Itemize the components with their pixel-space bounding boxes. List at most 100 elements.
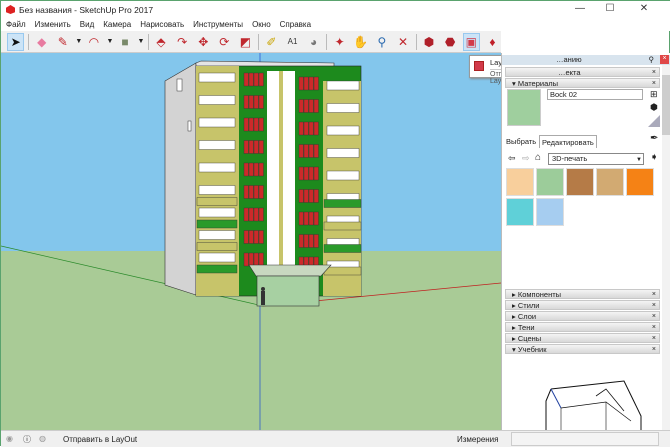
panel-header-0[interactable]: ▸ Компоненты × bbox=[505, 289, 660, 299]
follow-me-icon[interactable]: ↷ bbox=[174, 33, 191, 51]
extension-warehouse-icon[interactable]: ⬣ bbox=[442, 33, 459, 51]
zoom-icon[interactable]: ⚲ bbox=[373, 33, 390, 51]
window bbox=[243, 207, 249, 222]
balcony-rail bbox=[323, 199, 362, 208]
tutorial-illustration bbox=[545, 380, 642, 446]
window bbox=[253, 72, 259, 87]
material-library-select[interactable]: 3D-печать ▼ bbox=[548, 153, 644, 165]
balcony-window bbox=[198, 162, 236, 173]
panel-scrollbar[interactable] bbox=[662, 65, 670, 430]
current-material-preview bbox=[507, 89, 541, 126]
user-icon[interactable]: ◍ bbox=[39, 434, 46, 443]
measurements-input[interactable] bbox=[511, 432, 659, 446]
forward-icon[interactable]: ⇨ bbox=[522, 153, 530, 164]
window bbox=[258, 117, 264, 132]
sample-paint-icon[interactable] bbox=[648, 115, 660, 127]
material-name-input[interactable]: Bock 02 bbox=[547, 89, 643, 100]
tray-close-button[interactable]: × bbox=[660, 55, 669, 64]
panel-header-4[interactable]: ▸ Сцены × bbox=[505, 333, 660, 343]
window bbox=[313, 76, 319, 91]
material-swatch[interactable] bbox=[626, 168, 654, 196]
window bbox=[303, 211, 309, 226]
window bbox=[243, 72, 249, 87]
create-material-icon[interactable]: ⊞ bbox=[650, 89, 658, 100]
balcony-rail bbox=[323, 266, 362, 276]
balcony-window bbox=[198, 252, 236, 263]
tab-select[interactable]: Выбрать bbox=[506, 137, 536, 146]
eraser-icon[interactable]: ◆ bbox=[33, 33, 50, 51]
toolbar: ➤ ◆ ✎ ▼ ◠ ▼ ■ ▼ ⬘ ↷ ✥ ⟳ ◩ ✐ A1 ◕ ✦ ✋ ⚲ ✕ ⬢ ⬣ ▣ ♦ bbox=[1, 31, 501, 53]
window bbox=[298, 211, 304, 226]
window bbox=[313, 234, 319, 248]
window bbox=[258, 95, 264, 109]
tape-measure-icon[interactable]: ✐ bbox=[263, 33, 280, 51]
material-swatch[interactable] bbox=[506, 198, 534, 226]
menu-item[interactable]: Инструменты bbox=[193, 19, 243, 31]
tab-edit[interactable]: Редактировать bbox=[539, 135, 597, 148]
details-icon[interactable]: ➧ bbox=[650, 152, 658, 163]
chevron-down-icon[interactable]: ▼ bbox=[106, 38, 113, 45]
rectangle-icon[interactable]: ■ bbox=[116, 33, 133, 51]
maximize-button[interactable]: ☐ bbox=[599, 3, 621, 17]
3d-warehouse-icon[interactable]: ⬢ bbox=[420, 33, 437, 51]
material-swatches bbox=[506, 168, 666, 226]
materials-header[interactable]: ▾ Материалы × bbox=[505, 78, 660, 88]
window bbox=[258, 185, 264, 199]
send-to-layout-icon[interactable]: ▣ bbox=[462, 32, 480, 51]
window bbox=[303, 189, 309, 203]
window bbox=[248, 185, 254, 199]
panel-header-3[interactable]: ▸ Тени × bbox=[505, 322, 660, 332]
paint-bucket-icon[interactable]: ◕ bbox=[305, 33, 322, 51]
push-pull-icon[interactable]: ⬘ bbox=[152, 33, 169, 51]
chevron-down-icon[interactable]: ▼ bbox=[138, 38, 145, 45]
panel-header-1[interactable]: ▸ Стили × bbox=[505, 300, 660, 310]
minimize-button[interactable]: — bbox=[569, 3, 591, 17]
eyedropper-icon[interactable]: ✒ bbox=[650, 133, 658, 144]
rotate-icon[interactable]: ⟳ bbox=[216, 33, 233, 51]
window bbox=[253, 95, 259, 109]
menu-item[interactable]: Изменить bbox=[35, 19, 71, 31]
window bbox=[303, 144, 309, 158]
panel-header-5[interactable]: ▾ Учебник × bbox=[505, 344, 660, 354]
extension-manager-icon[interactable]: ♦ bbox=[484, 33, 501, 51]
menu-item[interactable]: Окно bbox=[252, 19, 271, 31]
scale-icon[interactable]: ◩ bbox=[237, 33, 254, 51]
close-button[interactable]: ✕ bbox=[633, 3, 655, 17]
pencil-icon[interactable]: ✎ bbox=[54, 33, 71, 51]
viewport-3d[interactable] bbox=[1, 53, 501, 430]
material-swatch[interactable] bbox=[506, 168, 534, 196]
select-arrow-icon[interactable]: ➤ bbox=[7, 32, 25, 51]
zoom-extents-icon[interactable]: ✕ bbox=[394, 33, 411, 51]
window bbox=[253, 230, 259, 244]
arc-icon[interactable]: ◠ bbox=[85, 33, 102, 51]
pin-icon[interactable]: ⚲ bbox=[649, 55, 655, 64]
material-swatch[interactable] bbox=[596, 168, 624, 196]
window bbox=[248, 95, 254, 109]
chevron-down-icon[interactable]: ▼ bbox=[75, 38, 82, 45]
credits-icon[interactable]: ⓘ bbox=[23, 434, 31, 445]
panel-header-2[interactable]: ▸ Слои × bbox=[505, 311, 660, 321]
pan-icon[interactable]: ✋ bbox=[352, 33, 369, 51]
menu-item[interactable]: Файл bbox=[6, 19, 26, 31]
geo-location-icon[interactable]: ◉ bbox=[6, 434, 13, 443]
balcony-window bbox=[326, 103, 360, 113]
menu-item[interactable]: Нарисовать bbox=[140, 19, 184, 31]
orbit-icon[interactable]: ✦ bbox=[331, 33, 348, 51]
material-swatch[interactable] bbox=[566, 168, 594, 196]
toolbar-separator bbox=[147, 33, 149, 50]
home-icon[interactable]: ⌂ bbox=[535, 152, 541, 163]
menu-item[interactable]: Камера bbox=[103, 19, 131, 31]
toolbar-separator bbox=[326, 33, 328, 50]
entity-info-header[interactable]: …екта × bbox=[505, 67, 660, 77]
back-icon[interactable]: ⇦ bbox=[508, 153, 516, 164]
material-swatch[interactable] bbox=[536, 198, 564, 226]
move-icon[interactable]: ✥ bbox=[195, 33, 212, 51]
material-swatch[interactable] bbox=[536, 168, 564, 196]
toolbar-separator bbox=[257, 33, 259, 50]
menu-item[interactable]: Вид bbox=[80, 19, 94, 31]
text-icon[interactable]: A1 bbox=[284, 33, 301, 51]
menu-item[interactable]: Справка bbox=[280, 19, 311, 31]
paint-bucket-icon[interactable]: ⬢ bbox=[650, 102, 658, 113]
balcony-window bbox=[198, 95, 236, 105]
window bbox=[303, 234, 309, 248]
